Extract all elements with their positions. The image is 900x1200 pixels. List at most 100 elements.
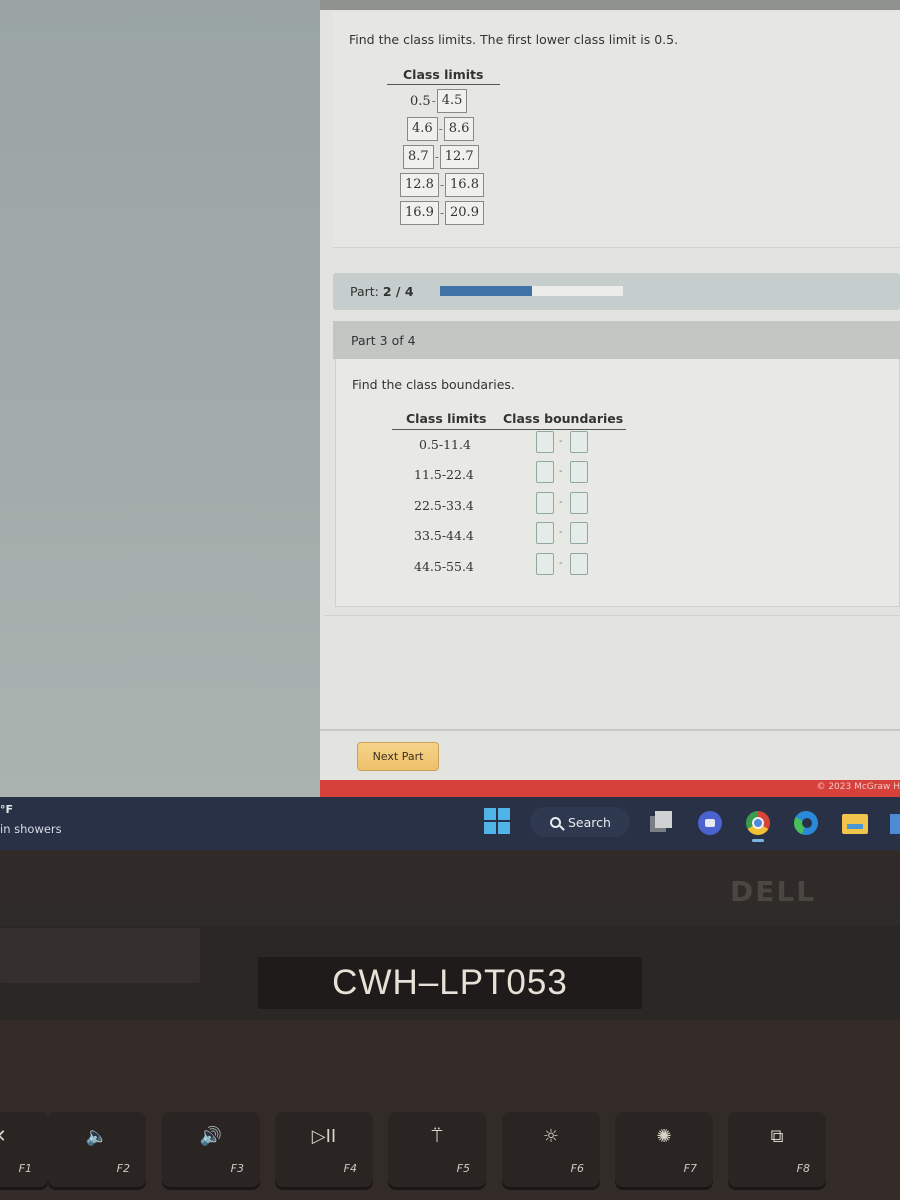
upper-limit-answer[interactable]: 16.8: [445, 173, 484, 197]
class-boundaries-header: Class boundaries: [503, 411, 624, 426]
divider: [320, 729, 900, 731]
part-progress-label: Part: 2 / 4: [350, 284, 414, 299]
lower-boundary-input[interactable]: [536, 522, 554, 544]
key-label: F2: [116, 1162, 130, 1175]
keyboard-backlight-icon: ⍡: [431, 1126, 443, 1147]
part3-instruction: Find the class boundaries.: [352, 377, 515, 392]
lower-boundary-input[interactable]: [536, 431, 554, 453]
windows-start-button[interactable]: [484, 808, 510, 834]
class-limits-header: Class limits: [406, 411, 487, 426]
play-pause-icon: ▷II: [311, 1126, 337, 1147]
key-f7[interactable]: ✺ F7: [615, 1112, 713, 1187]
laptop-bezel: DELL: [0, 850, 900, 930]
upper-limit-answer[interactable]: 8.6: [443, 117, 475, 141]
lower-boundary-input[interactable]: [536, 492, 554, 514]
dell-logo: DELL: [730, 875, 817, 908]
class-limits-header: Class limits: [403, 67, 484, 82]
weather-description[interactable]: in showers: [0, 822, 62, 836]
key-f5[interactable]: ⍡ F5: [388, 1112, 486, 1187]
windows-taskbar: °F in showers Search: [0, 797, 900, 850]
progress-fill: [440, 286, 532, 296]
content-top-bar: [320, 0, 900, 10]
lower-limit-answer[interactable]: 12.8: [400, 173, 439, 197]
upper-limit-answer[interactable]: 4.5: [436, 89, 468, 113]
part-count: 2 / 4: [382, 284, 414, 299]
dash: -: [559, 436, 563, 447]
chrome-icon[interactable]: [746, 811, 770, 835]
file-explorer-icon[interactable]: [842, 814, 868, 834]
class-limits-cell: 44.5-55.4: [414, 559, 474, 574]
volume-up-icon: 🔊: [199, 1126, 223, 1147]
class-limits-cell: 22.5-33.4: [414, 498, 474, 513]
key-f4[interactable]: ▷II F4: [275, 1112, 373, 1187]
upper-boundary-input[interactable]: [570, 461, 588, 483]
lower-limit-answer[interactable]: 8.7: [403, 145, 434, 169]
limits-row: 0.5 - 4.5: [410, 89, 468, 113]
brightness-down-icon: ☼: [542, 1126, 560, 1147]
upper-boundary-input[interactable]: [570, 553, 588, 575]
volume-down-icon: 🔈: [85, 1126, 109, 1147]
store-icon[interactable]: [890, 814, 900, 834]
laptop-screen: Find the class limits. The first lower c…: [0, 0, 900, 850]
part1-section: Find the class limits. The first lower c…: [333, 12, 900, 248]
brightness-up-icon: ✺: [656, 1126, 672, 1147]
key-label: F4: [343, 1162, 357, 1175]
header-rule: [392, 429, 626, 430]
copyright-text: © 2023 McGraw H: [816, 782, 900, 792]
search-label: Search: [568, 814, 611, 830]
dash: -: [559, 558, 563, 569]
windows-logo-icon: [498, 822, 510, 834]
lower-boundary-input[interactable]: [536, 461, 554, 483]
next-part-button[interactable]: Next Part: [357, 742, 439, 771]
weather-temperature[interactable]: °F: [0, 803, 13, 816]
key-f6[interactable]: ☼ F6: [502, 1112, 600, 1187]
meet-icon[interactable]: [698, 811, 722, 835]
edge-icon[interactable]: [794, 811, 818, 835]
background-window: [0, 0, 320, 797]
class-limits-cell: 33.5-44.4: [414, 528, 474, 543]
divider: [324, 615, 900, 616]
dash: -: [559, 527, 563, 538]
hinge-panel: [0, 928, 200, 983]
part3-title: Part 3 of 4: [351, 333, 416, 348]
limits-row: 4.6 - 8.6: [407, 117, 475, 141]
class-limits-cell: 0.5-11.4: [419, 437, 471, 452]
key-label: F3: [230, 1162, 244, 1175]
key-f2[interactable]: 🔈 F2: [48, 1112, 146, 1187]
windows-logo-icon: [498, 808, 510, 820]
limits-row: 12.8 - 16.8: [400, 173, 484, 197]
task-view-icon[interactable]: [650, 811, 674, 835]
mute-icon: ✕: [0, 1126, 48, 1147]
windows-logo-icon: [484, 808, 496, 820]
key-f3[interactable]: 🔊 F3: [162, 1112, 260, 1187]
part-progress: Part: 2 / 4: [333, 273, 900, 310]
progress-bar: [440, 286, 623, 296]
display-switch-icon: ⧉: [770, 1126, 784, 1147]
lower-limit: 0.5: [410, 93, 431, 109]
dash: -: [559, 466, 563, 477]
upper-limit-answer[interactable]: 20.9: [445, 201, 484, 225]
upper-limit-answer[interactable]: 12.7: [439, 145, 479, 169]
limits-row: 8.7 - 12.7: [403, 145, 479, 169]
part-label-text: Part:: [350, 284, 379, 299]
taskbar-search-button[interactable]: Search: [530, 807, 630, 837]
lower-limit-answer[interactable]: 4.6: [407, 117, 438, 141]
search-icon: [550, 816, 561, 828]
upper-boundary-input[interactable]: [570, 492, 588, 514]
windows-logo-icon: [484, 822, 496, 834]
active-app-indicator: [752, 839, 764, 842]
key-label: F5: [456, 1162, 470, 1175]
upper-boundary-input[interactable]: [570, 431, 588, 453]
key-f1[interactable]: ✕ F1: [0, 1112, 48, 1187]
upper-boundary-input[interactable]: [570, 522, 588, 544]
key-f8[interactable]: ⧉ F8: [728, 1112, 826, 1187]
part1-instruction: Find the class limits. The first lower c…: [349, 32, 679, 47]
dash: -: [559, 497, 563, 508]
header-rule: [387, 84, 500, 85]
part3-header: Part 3 of 4: [333, 321, 900, 359]
asset-tag-text: CWH–LPT053: [332, 963, 568, 1002]
key-label: F7: [683, 1162, 697, 1175]
key-label: F1: [18, 1162, 32, 1175]
lower-boundary-input[interactable]: [536, 553, 554, 575]
lower-limit-answer[interactable]: 16.9: [400, 201, 439, 225]
